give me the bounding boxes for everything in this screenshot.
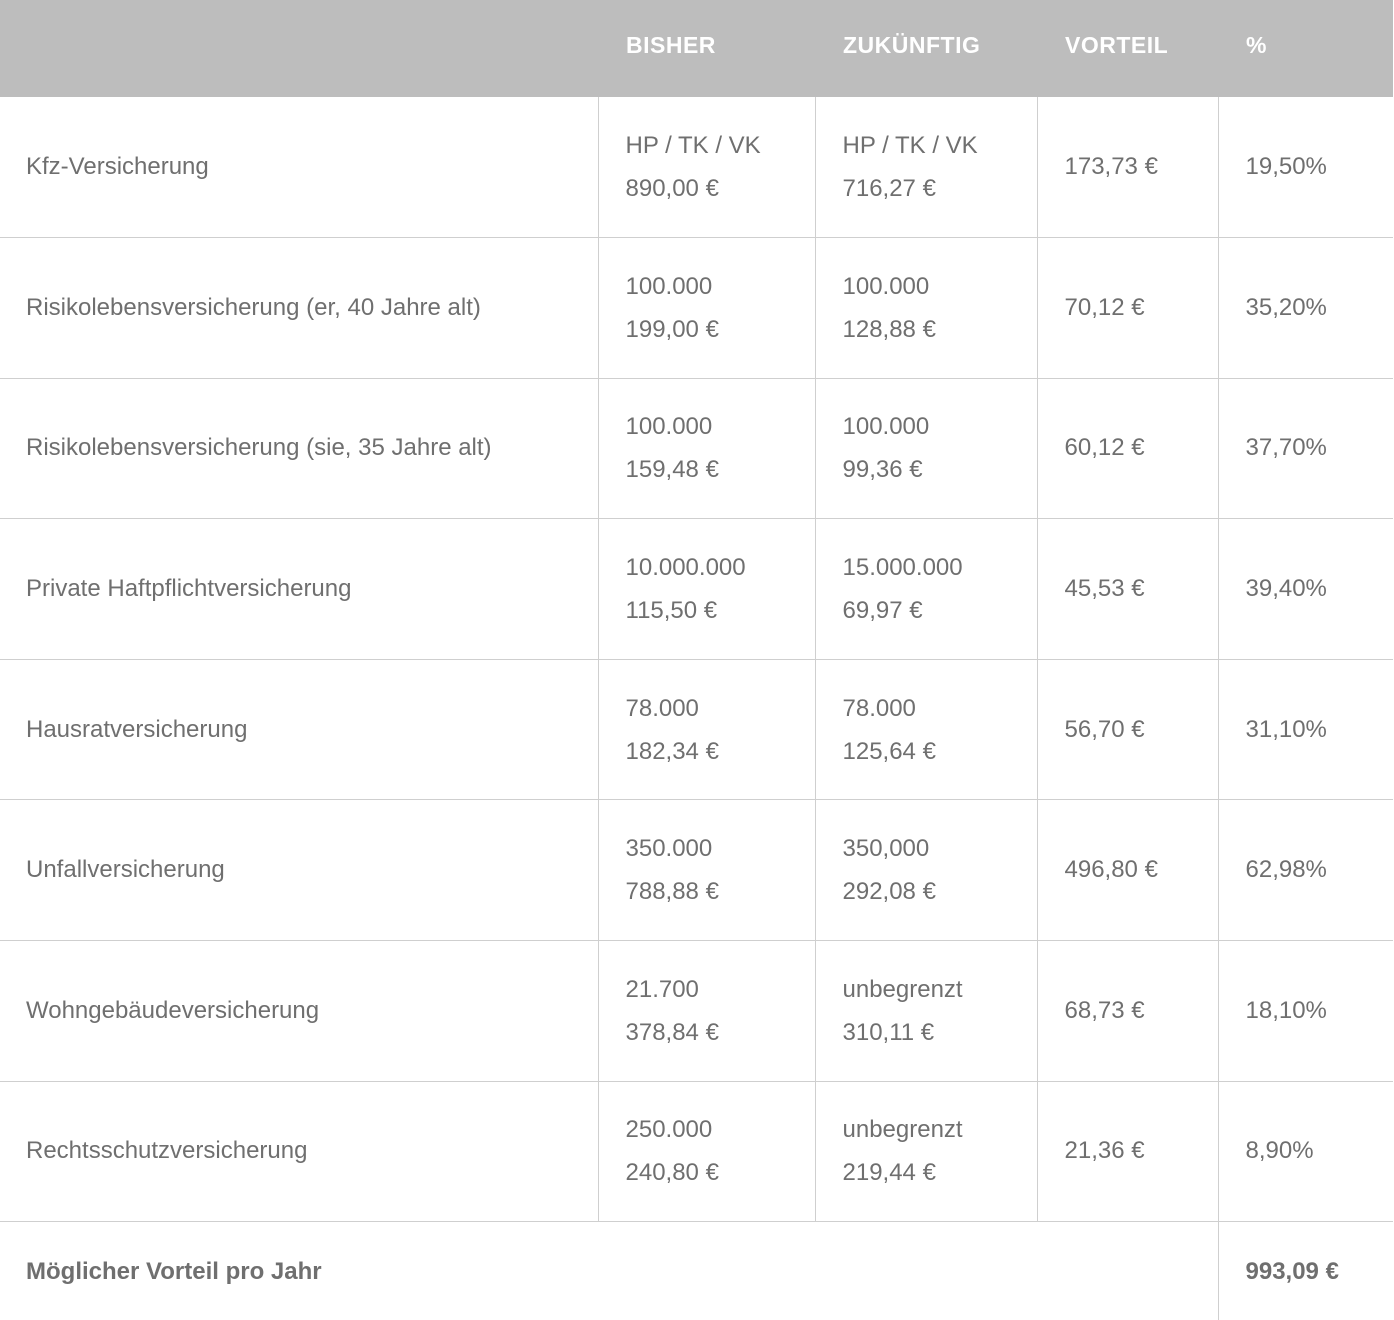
- vorteil-cell: 496,80 €: [1036, 799, 1218, 942]
- bisher-cell: HP / TK / VK 890,00 €: [597, 97, 815, 239]
- total-value: 993,09 €: [1217, 1221, 1393, 1320]
- zukuenftig-coverage: 350,000: [842, 835, 930, 863]
- zukuenftig-premium: 99,36 €: [842, 456, 923, 484]
- header-zukuenftig: ZUKÜNFTIG: [843, 32, 981, 58]
- bisher-cell: 21.700 378,84 €: [597, 940, 815, 1082]
- zukuenftig-cell: 100.000 128,88 €: [814, 237, 1037, 379]
- vorteil-cell: 45,53 €: [1036, 518, 1218, 660]
- zukuenftig-cell: 100.000 99,36 €: [814, 378, 1037, 520]
- bisher-cell: 100.000 159,48 €: [597, 378, 815, 520]
- percent-cell: 39,40%: [1217, 518, 1393, 660]
- bisher-cell: 78.000 182,34 €: [597, 659, 815, 801]
- row-label: Risikolebensversicherung (sie, 35 Jahre …: [0, 378, 598, 520]
- vorteil-cell: 68,73 €: [1036, 940, 1218, 1082]
- zukuenftig-cell: unbegrenzt 310,11 €: [814, 940, 1037, 1082]
- table-row: Rechtsschutzversicherung 250.000 240,80 €…: [0, 1081, 1393, 1223]
- zukuenftig-coverage: 78.000: [842, 694, 916, 722]
- bisher-cell: 250.000 240,80 €: [597, 1081, 815, 1223]
- row-label: Private Haftpflichtversicherung: [0, 518, 598, 660]
- table-header: BISHER ZUKÜNFTIG VORTEIL %: [0, 0, 1393, 97]
- row-label: Hausratversicherung: [0, 659, 598, 801]
- zukuenftig-premium: 219,44 €: [842, 1159, 936, 1187]
- bisher-premium: 199,00 €: [625, 315, 719, 343]
- row-label: Wohngebäudeversicherung: [0, 940, 598, 1082]
- header-percent: %: [1246, 32, 1267, 58]
- insurance-comparison-table: BISHER ZUKÜNFTIG VORTEIL % Kfz-Versicher…: [0, 0, 1393, 1320]
- table-row: Hausratversicherung 78.000 182,34 € 78.00…: [0, 659, 1393, 801]
- zukuenftig-premium: 716,27 €: [842, 175, 936, 203]
- table-row: Private Haftpflichtversicherung 10.000.0…: [0, 518, 1393, 660]
- zukuenftig-cell: 78.000 125,64 €: [814, 659, 1037, 801]
- total-row: Möglicher Vorteil pro Jahr 993,09 €: [0, 1221, 1393, 1320]
- bisher-coverage: 78.000: [625, 694, 699, 722]
- bisher-coverage: 100.000: [625, 272, 713, 300]
- zukuenftig-coverage: 100.000: [842, 413, 930, 441]
- zukuenftig-cell: 15.000.000 69,97 €: [814, 518, 1037, 660]
- total-label: Möglicher Vorteil pro Jahr: [26, 1257, 322, 1285]
- row-label: Rechtsschutzversicherung: [0, 1081, 598, 1223]
- bisher-cell: 350.000 788,88 €: [597, 799, 815, 942]
- bisher-premium: 182,34 €: [625, 737, 719, 765]
- bisher-coverage: 100.000: [625, 413, 713, 441]
- vorteil-cell: 56,70 €: [1036, 659, 1218, 801]
- zukuenftig-cell: 350,000 292,08 €: [814, 799, 1037, 942]
- bisher-coverage: 10.000.000: [625, 554, 746, 582]
- zukuenftig-cell: unbegrenzt 219,44 €: [814, 1081, 1037, 1223]
- table-row: Risikolebensversicherung (er, 40 Jahre a…: [0, 237, 1393, 379]
- vorteil-cell: 60,12 €: [1036, 378, 1218, 520]
- table-body: Kfz-Versicherung HP / TK / VK 890,00 € HP…: [0, 97, 1393, 1320]
- row-label: Unfallversicherung: [0, 799, 598, 942]
- zukuenftig-coverage: unbegrenzt: [842, 975, 963, 1003]
- percent-cell: 62,98%: [1217, 799, 1393, 942]
- zukuenftig-premium: 69,97 €: [842, 597, 923, 625]
- header-empty-cell: [0, 0, 598, 97]
- zukuenftig-cell: HP / TK / VK 716,27 €: [814, 97, 1037, 239]
- bisher-premium: 240,80 €: [625, 1159, 719, 1187]
- vorteil-cell: 21,36 €: [1036, 1081, 1218, 1223]
- table-row: Wohngebäudeversicherung 21.700 378,84 € u…: [0, 940, 1393, 1082]
- zukuenftig-coverage: 100.000: [842, 272, 930, 300]
- percent-cell: 35,20%: [1217, 237, 1393, 379]
- row-label: Risikolebensversicherung (er, 40 Jahre a…: [0, 237, 598, 379]
- bisher-coverage: 21.700: [625, 975, 699, 1003]
- table-row: Unfallversicherung 350.000 788,88 € 350,0…: [0, 799, 1393, 942]
- header-bisher: BISHER: [626, 32, 716, 58]
- zukuenftig-premium: 128,88 €: [842, 315, 936, 343]
- percent-cell: 19,50%: [1217, 97, 1393, 239]
- zukuenftig-coverage: 15.000.000: [842, 554, 963, 582]
- row-label: Kfz-Versicherung: [0, 97, 598, 239]
- zukuenftig-premium: 292,08 €: [842, 878, 936, 906]
- percent-cell: 8,90%: [1217, 1081, 1393, 1223]
- vorteil-cell: 173,73 €: [1036, 97, 1218, 239]
- bisher-coverage: 350.000: [625, 835, 713, 863]
- bisher-premium: 378,84 €: [625, 1018, 719, 1046]
- bisher-cell: 10.000.000 115,50 €: [597, 518, 815, 660]
- zukuenftig-premium: 310,11 €: [842, 1018, 935, 1046]
- percent-cell: 37,70%: [1217, 378, 1393, 520]
- vorteil-cell: 70,12 €: [1036, 237, 1218, 379]
- bisher-premium: 788,88 €: [625, 878, 719, 906]
- bisher-coverage: HP / TK / VK: [625, 132, 761, 160]
- bisher-premium: 115,50 €: [625, 597, 718, 625]
- header-row: BISHER ZUKÜNFTIG VORTEIL %: [0, 0, 1393, 97]
- table-row: Risikolebensversicherung (sie, 35 Jahre …: [0, 378, 1393, 520]
- header-vorteil: VORTEIL: [1065, 32, 1169, 58]
- zukuenftig-premium: 125,64 €: [842, 737, 936, 765]
- zukuenftig-coverage: HP / TK / VK: [842, 132, 978, 160]
- bisher-premium: 890,00 €: [625, 175, 719, 203]
- percent-cell: 18,10%: [1217, 940, 1393, 1082]
- bisher-cell: 100.000 199,00 €: [597, 237, 815, 379]
- bisher-premium: 159,48 €: [625, 456, 719, 484]
- zukuenftig-coverage: unbegrenzt: [842, 1116, 963, 1144]
- bisher-coverage: 250.000: [625, 1116, 713, 1144]
- percent-cell: 31,10%: [1217, 659, 1393, 801]
- table-row: Kfz-Versicherung HP / TK / VK 890,00 € HP…: [0, 97, 1393, 239]
